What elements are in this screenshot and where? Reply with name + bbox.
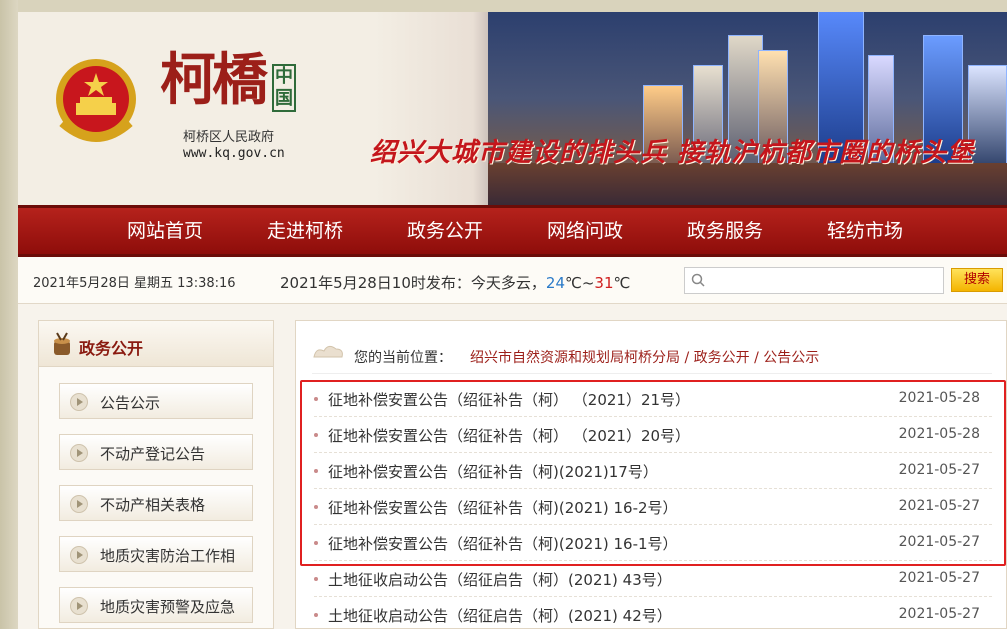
breadcrumb-divider — [312, 373, 992, 374]
cloud-ornament-icon — [313, 345, 343, 358]
play-bullet-icon — [70, 495, 88, 513]
list-bullet — [314, 613, 318, 617]
news-date: 2021-05-27 — [898, 462, 980, 478]
list-bullet — [314, 505, 318, 509]
play-bullet-icon — [70, 546, 88, 564]
skyline-river — [488, 163, 1007, 205]
nav-item-about[interactable]: 走进柯桥 — [267, 208, 343, 254]
news-date: 2021-05-28 — [898, 426, 980, 442]
news-title[interactable]: 征地补偿安置公告（绍征补告（柯)(2021)17号） — [328, 461, 658, 482]
breadcrumb-label: 您的当前位置： — [354, 350, 452, 366]
sidebar-item-geohazard-warning[interactable]: 地质灾害预警及应急 — [59, 587, 253, 623]
weather-text: 2021年5月28日10时发布：今天多云， — [280, 274, 546, 292]
play-bullet-icon — [70, 393, 88, 411]
sidebar-item-label: 地质灾害防治工作相 — [100, 547, 236, 565]
list-bullet — [314, 397, 318, 401]
list-bullet — [314, 433, 318, 437]
sidebar-item-announcements[interactable]: 公告公示 — [59, 383, 253, 419]
weather-temp-unit: ℃ — [613, 274, 630, 292]
info-bar: 2021年5月28日 星期五 13:38:16 2021年5月28日10时发布：… — [18, 257, 1007, 304]
news-date: 2021-05-27 — [898, 570, 980, 586]
nav-item-gov-affairs[interactable]: 政务公开 — [407, 208, 483, 254]
nav-item-online-inquiry[interactable]: 网络问政 — [547, 208, 623, 254]
news-list-item[interactable]: 征地补偿安置公告（绍征补告（柯)(2021) 16-2号） 2021-05-27 — [314, 489, 992, 525]
weather-temp-sep: ℃~ — [565, 274, 595, 292]
breadcrumb-separator: / — [680, 350, 694, 366]
news-title[interactable]: 征地补偿安置公告（绍征补告（柯)(2021) 16-2号） — [328, 497, 678, 518]
news-title[interactable]: 征地补偿安置公告（绍征补告（柯） （2021）21号） — [328, 389, 690, 410]
breadcrumb-link-bureau[interactable]: 绍兴市自然资源和规划局柯桥分局 — [470, 350, 680, 366]
sidebar-item-label: 不动产相关表格 — [100, 496, 206, 514]
news-list-item[interactable]: 土地征收启动公告（绍征启告（柯）(2021) 43号） 2021-05-27 — [314, 561, 992, 597]
main-content: 您的当前位置： 绍兴市自然资源和规划局柯桥分局 / 政务公开 / 公告公示 征地… — [295, 320, 1007, 629]
search-button[interactable]: 搜索 — [951, 268, 1003, 292]
drum-icon — [54, 332, 70, 355]
breadcrumb-separator: / — [749, 350, 764, 366]
weather-temp-low: 24 — [545, 274, 565, 292]
header-slogan: 绍兴大城市建设的排头兵 接轨沪杭都市圈的桥头堡 — [370, 138, 975, 168]
news-list-item[interactable]: 征地补偿安置公告（绍征补告（柯） （2021）21号） 2021-05-28 — [314, 381, 992, 417]
news-date: 2021-05-27 — [898, 534, 980, 550]
sidebar-header: 政务公开 — [39, 321, 273, 367]
top-strip — [0, 0, 1007, 12]
search-icon — [691, 273, 705, 287]
national-emblem-icon — [56, 59, 136, 142]
news-title[interactable]: 征地补偿安置公告（绍征补告（柯） （2021）20号） — [328, 425, 690, 446]
gov-url: www.kq.gov.cn — [183, 146, 285, 161]
sidebar-item-label: 公告公示 — [100, 394, 161, 412]
news-title[interactable]: 土地征收启动公告（绍征启告（柯）(2021) 43号） — [328, 569, 672, 590]
news-date: 2021-05-27 — [898, 498, 980, 514]
weather-temp-high: 31 — [594, 274, 614, 292]
breadcrumb-link-gov-affairs[interactable]: 政务公开 — [694, 350, 750, 366]
sidebar-item-property-registration[interactable]: 不动产登记公告 — [59, 434, 253, 470]
nav-item-textile-market[interactable]: 轻纺市场 — [827, 208, 903, 254]
nav-item-home[interactable]: 网站首页 — [127, 208, 203, 254]
list-bullet — [314, 577, 318, 581]
news-list-item[interactable]: 征地补偿安置公告（绍征补告（柯)(2021)17号） 2021-05-27 — [314, 453, 992, 489]
list-bullet — [314, 541, 318, 545]
nav-item-gov-services[interactable]: 政务服务 — [687, 208, 763, 254]
site-logo-text: 柯橋 — [160, 47, 268, 113]
logo-seal: 中国 — [272, 64, 296, 112]
current-datetime: 2021年5月28日 星期五 13:38:16 — [33, 276, 236, 291]
list-bullet — [314, 469, 318, 473]
news-date: 2021-05-27 — [898, 606, 980, 622]
search-input[interactable] — [684, 267, 944, 294]
news-list-item[interactable]: 征地补偿安置公告（绍征补告（柯） （2021）20号） 2021-05-28 — [314, 417, 992, 453]
breadcrumb: 您的当前位置： 绍兴市自然资源和规划局柯桥分局 / 政务公开 / 公告公示 — [296, 321, 1006, 381]
news-list-item[interactable]: 土地征收启动公告（绍征启告（柯）(2021) 42号） 2021-05-27 — [314, 597, 992, 629]
sidebar: 政务公开 公告公示 不动产登记公告 不动产相关表格 地质灾害防治工作相 地质灾害… — [38, 320, 274, 629]
news-title[interactable]: 征地补偿安置公告（绍征补告（柯)(2021) 16-1号） — [328, 533, 678, 554]
main-nav: 网站首页 走进柯桥 政务公开 网络问政 政务服务 轻纺市场 — [18, 205, 1007, 257]
play-bullet-icon — [70, 444, 88, 462]
sidebar-title: 政务公开 — [79, 339, 144, 358]
gov-name: 柯桥区人民政府 — [183, 130, 275, 145]
page-background-texture — [0, 0, 18, 629]
sidebar-item-property-forms[interactable]: 不动产相关表格 — [59, 485, 253, 521]
weather-ticker: 2021年5月28日10时发布：今天多云，24℃~31℃ — [280, 272, 630, 293]
news-date: 2021-05-28 — [898, 390, 980, 406]
sidebar-item-label: 不动产登记公告 — [100, 445, 206, 463]
sidebar-item-geohazard-prevention[interactable]: 地质灾害防治工作相 — [59, 536, 253, 572]
news-title[interactable]: 土地征收启动公告（绍征启告（柯）(2021) 42号） — [328, 605, 672, 626]
play-bullet-icon — [70, 597, 88, 615]
sidebar-item-label: 地质灾害预警及应急 — [100, 598, 236, 616]
breadcrumb-path: 绍兴市自然资源和规划局柯桥分局 / 政务公开 / 公告公示 — [470, 347, 819, 367]
news-list-item[interactable]: 征地补偿安置公告（绍征补告（柯)(2021) 16-1号） 2021-05-27 — [314, 525, 992, 561]
breadcrumb-link-announcements[interactable]: 公告公示 — [763, 350, 819, 366]
